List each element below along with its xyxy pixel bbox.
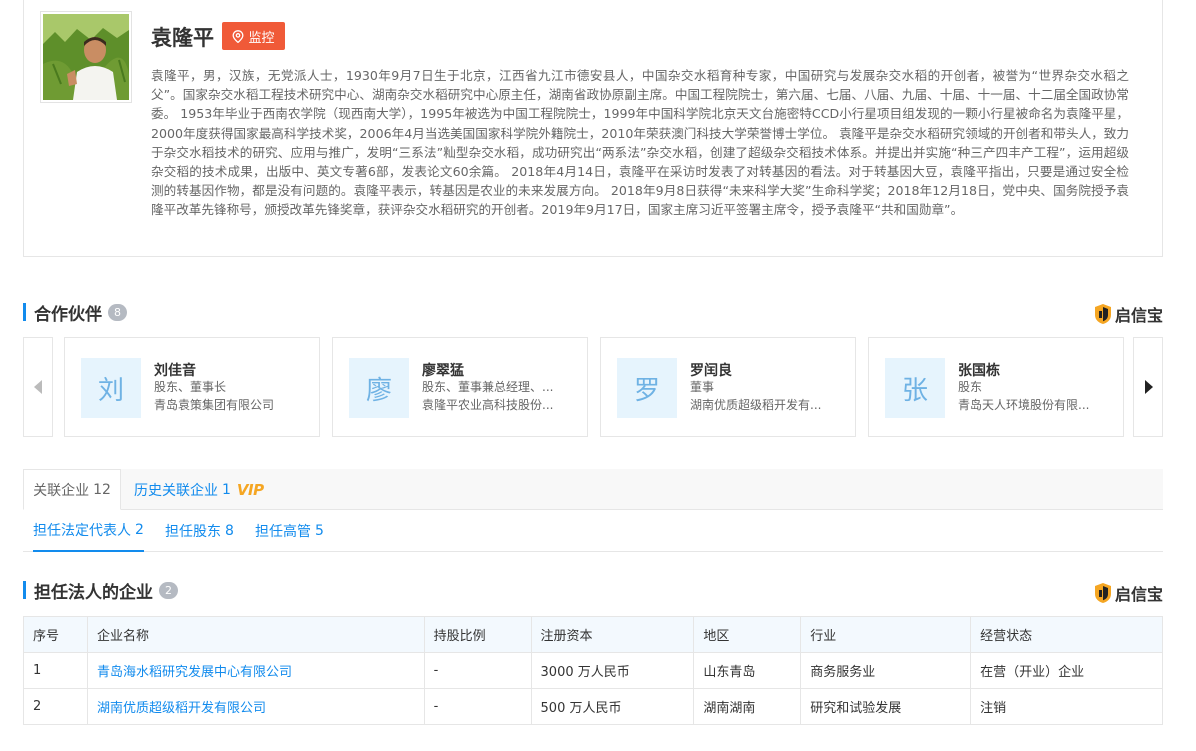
cell-company: 青岛海水稻研究发展中心有限公司 <box>86 652 425 689</box>
tab-related-companies[interactable]: 关联企业 12 <box>23 469 121 510</box>
partner-name[interactable]: 罗闰良 <box>690 360 732 380</box>
carousel-prev-button[interactable] <box>23 337 53 437</box>
partners-header: 合作伙伴 8 <box>23 301 127 325</box>
qixinbao-logo-icon <box>1094 583 1111 603</box>
monitor-label: 监控 <box>248 30 275 46</box>
profile-photo <box>40 11 132 103</box>
cell-share: - <box>423 688 532 725</box>
partner-company[interactable]: 袁隆平农业高科技股份... <box>422 396 572 413</box>
cell-region: 湖南湖南 <box>693 688 802 725</box>
qixinbao-label: 启信宝 <box>1114 585 1163 604</box>
column-header-capital: 注册资本 <box>530 616 695 653</box>
partner-company[interactable]: 青岛天人环境股份有限... <box>958 396 1108 413</box>
legal-companies-title: 担任法人的企业 <box>34 582 153 603</box>
partner-company[interactable]: 青岛袁策集团有限公司 <box>154 396 304 413</box>
column-header-company: 企业名称 <box>86 616 425 653</box>
cell-capital: 3000 万人民币 <box>530 652 695 689</box>
person-bio: 袁隆平，男，汉族，无党派人士，1930年9月7日生于北京，江西省九江市德安县人，… <box>151 68 1129 218</box>
tab-legal-rep-label: 担任法定代表人 <box>33 523 131 539</box>
company-link[interactable]: 湖南优质超级稻开发有限公司 <box>97 701 266 716</box>
partner-name[interactable]: 刘佳音 <box>154 360 196 380</box>
partner-company[interactable]: 湖南优质超级稻开发有... <box>690 396 840 413</box>
cell-index: 2 <box>23 688 88 725</box>
partner-avatar: 罗 <box>617 358 677 418</box>
arrow-left-icon <box>33 380 42 394</box>
arrow-right-icon <box>1144 380 1153 394</box>
tab-related-label: 关联企业 <box>33 482 90 499</box>
section-accent-bar <box>23 303 26 321</box>
partner-role: 股东 <box>958 380 983 394</box>
related-tabs: 关联企业 12 历史关联企业 1 VIP <box>23 469 1163 510</box>
qixinbao-brand[interactable]: 启信宝 <box>1094 581 1163 605</box>
partners-title: 合作伙伴 <box>34 304 102 325</box>
partner-role: 董事 <box>690 380 715 394</box>
column-header-share: 持股比例 <box>423 616 532 653</box>
partner-card[interactable]: 廖 廖翠猛 股东、董事兼总经理、... 袁隆平农业高科技股份... <box>332 337 588 437</box>
partner-card[interactable]: 刘 刘佳音 股东、董事长 青岛袁策集团有限公司 <box>64 337 320 437</box>
role-tabs: 担任法定代表人 2 担任股东 8 担任高管 5 <box>23 510 1163 552</box>
tab-history-companies[interactable]: 历史关联企业 1 VIP <box>134 469 264 510</box>
partner-name[interactable]: 廖翠猛 <box>422 360 464 380</box>
cell-share: - <box>423 652 532 689</box>
vip-badge: VIP <box>236 480 264 499</box>
tab-legal-representative[interactable]: 担任法定代表人 2 <box>33 510 144 552</box>
cell-industry: 研究和试验发展 <box>800 688 972 725</box>
partner-avatar: 张 <box>885 358 945 418</box>
company-link[interactable]: 青岛海水稻研究发展中心有限公司 <box>97 665 292 680</box>
cell-industry: 商务服务业 <box>800 652 972 689</box>
column-header-status: 经营状态 <box>970 616 1163 653</box>
cell-region: 山东青岛 <box>693 652 802 689</box>
cell-capital: 500 万人民币 <box>530 688 695 725</box>
table-header-row: 序号 企业名称 持股比例 注册资本 地区 行业 经营状态 <box>23 616 1163 653</box>
profile-card: 袁隆平 监控 袁隆平，男，汉族，无党派人士，1930年9月7日生于北京，江西省九… <box>23 0 1163 257</box>
partner-card[interactable]: 罗 罗闰良 董事 湖南优质超级稻开发有... <box>600 337 856 437</box>
tab-shareholder-label: 担任股东 <box>165 524 221 540</box>
cell-status: 注销 <box>970 688 1163 725</box>
partner-name[interactable]: 张国栋 <box>958 360 1000 380</box>
tab-history-count: 1 <box>222 481 231 498</box>
qixinbao-brand[interactable]: 启信宝 <box>1094 302 1163 326</box>
tab-related-count: 12 <box>93 481 111 498</box>
monitor-button[interactable]: 监控 <box>222 22 285 50</box>
person-name: 袁隆平 <box>151 26 214 50</box>
column-header-region: 地区 <box>693 616 802 653</box>
qixinbao-logo-icon <box>1094 304 1111 324</box>
legal-companies-count-badge: 2 <box>159 581 178 599</box>
tab-history-label: 历史关联企业 <box>134 482 218 499</box>
person-photo-icon <box>43 14 129 100</box>
partner-role: 股东、董事长 <box>154 380 227 394</box>
section-accent-bar <box>23 581 26 599</box>
column-header-index: 序号 <box>23 616 88 653</box>
tab-shareholder-count: 8 <box>225 523 234 539</box>
cell-index: 1 <box>23 652 88 689</box>
location-pin-icon <box>233 29 244 43</box>
tab-executive[interactable]: 担任高管 5 <box>255 510 324 552</box>
legal-companies-table: 序号 企业名称 持股比例 注册资本 地区 行业 经营状态 1 青岛海水稻研究发展… <box>23 616 1163 725</box>
tab-legal-rep-count: 2 <box>135 522 144 538</box>
qixinbao-label: 启信宝 <box>1114 306 1163 325</box>
tab-executive-count: 5 <box>315 523 324 539</box>
tab-executive-label: 担任高管 <box>255 524 311 540</box>
partner-avatar: 刘 <box>81 358 141 418</box>
tab-shareholder[interactable]: 担任股东 8 <box>165 510 234 552</box>
carousel-next-button[interactable] <box>1133 337 1163 437</box>
cell-status: 在营（开业）企业 <box>970 652 1163 689</box>
partner-avatar: 廖 <box>349 358 409 418</box>
partners-count-badge: 8 <box>108 303 127 321</box>
cell-company: 湖南优质超级稻开发有限公司 <box>86 688 425 725</box>
table-row: 1 青岛海水稻研究发展中心有限公司 - 3000 万人民币 山东青岛 商务服务业… <box>23 652 1163 689</box>
partner-card[interactable]: 张 张国栋 股东 青岛天人环境股份有限... <box>868 337 1124 437</box>
column-header-industry: 行业 <box>800 616 972 653</box>
legal-companies-header: 担任法人的企业 2 <box>23 579 178 603</box>
table-row: 2 湖南优质超级稻开发有限公司 - 500 万人民币 湖南湖南 研究和试验发展 … <box>23 688 1163 725</box>
partner-role: 股东、董事兼总经理、... <box>422 380 554 394</box>
